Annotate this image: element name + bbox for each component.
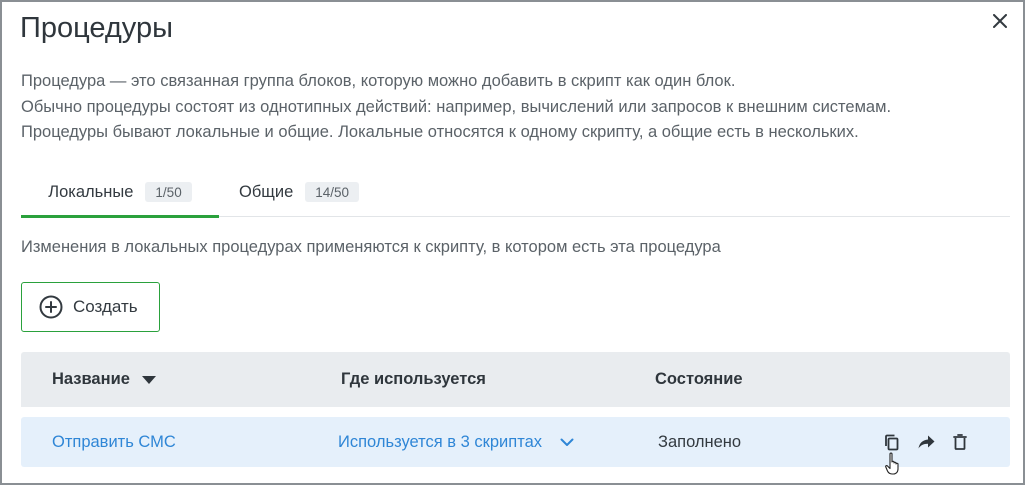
table-header: Название Где используется Состояние <box>21 352 1010 407</box>
procedure-state: Заполнено <box>658 432 742 451</box>
usage-label: Используется в 3 скриптах <box>338 432 543 451</box>
copy-icon <box>885 434 899 450</box>
chevron-down-icon <box>560 438 574 447</box>
local-procedures-note: Изменения в локальных процедурах применя… <box>21 238 721 256</box>
tab-local[interactable]: Локальные 1/50 <box>21 167 219 218</box>
tab-shared[interactable]: Общие 14/50 <box>239 167 360 217</box>
description-line: Обычно процедуры состоят из однотипных д… <box>21 97 892 116</box>
delete-button[interactable] <box>949 431 971 453</box>
procedure-name-link[interactable]: Отправить СМС <box>52 417 176 467</box>
tab-label: Локальные <box>48 182 134 201</box>
description-line: Процедуры бывают локальные и общие. Лока… <box>21 123 859 141</box>
tab-label: Общие <box>239 182 294 201</box>
close-icon <box>993 14 1007 28</box>
procedures-table: Название Где используется Состояние Отпр… <box>21 352 1010 467</box>
procedures-dialog: Процедуры Процедура — это связанная груп… <box>0 0 1025 485</box>
hand-pointer-icon <box>885 452 903 481</box>
create-button[interactable]: Создать <box>21 282 160 332</box>
share-button[interactable] <box>915 431 937 453</box>
tab-count-badge: 1/50 <box>145 182 192 202</box>
table-row[interactable]: Отправить СМС Используется в 3 скриптах … <box>21 417 1010 467</box>
usage-dropdown[interactable]: Используется в 3 скриптах <box>338 417 574 467</box>
procedure-tabs: Локальные 1/50 Общие 14/50 <box>21 167 1010 218</box>
description-line: Процедура — это связанная группа блоков,… <box>21 72 736 90</box>
column-header-used: Где используется <box>341 370 486 388</box>
trash-icon <box>953 434 967 450</box>
column-header-label: Название <box>52 370 130 388</box>
dialog-description: Процедура — это связанная группа блоков,… <box>21 69 1011 146</box>
copy-button[interactable] <box>881 431 903 453</box>
column-header-name[interactable]: Название <box>52 352 156 407</box>
sort-desc-icon <box>141 375 156 384</box>
tab-count-badge: 14/50 <box>305 182 360 202</box>
dialog-title: Процедуры <box>20 12 173 44</box>
plus-circle-icon <box>39 295 63 319</box>
share-arrow-icon <box>918 435 934 449</box>
close-button[interactable] <box>988 9 1012 33</box>
column-header-state: Состояние <box>655 370 743 388</box>
create-button-label: Создать <box>73 297 138 316</box>
